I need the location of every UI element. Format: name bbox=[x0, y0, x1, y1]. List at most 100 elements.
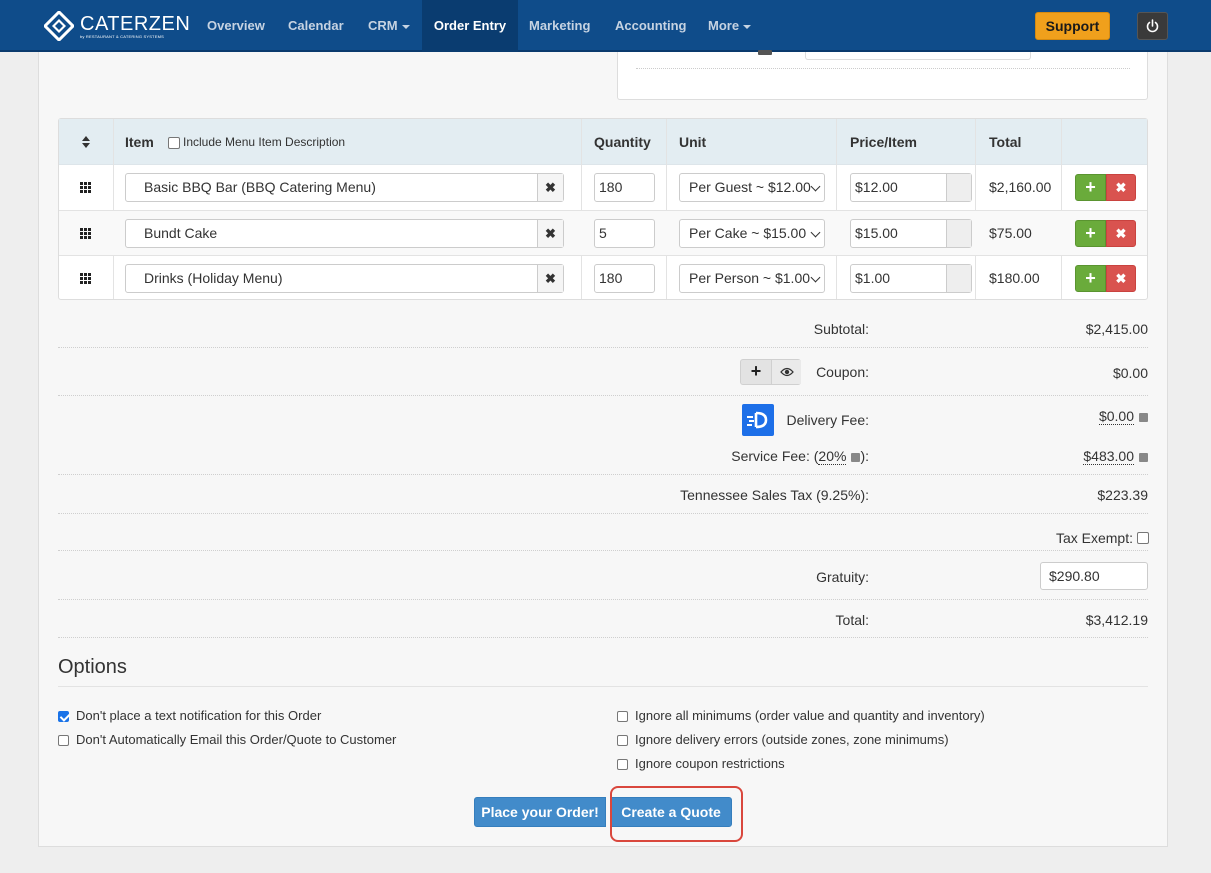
coupon-actions: + bbox=[740, 359, 801, 385]
delete-row-button[interactable]: ✖ bbox=[1106, 265, 1136, 292]
service-fee-value[interactable]: $483.00 bbox=[1083, 448, 1148, 465]
option-ignore-delivery-errors[interactable]: Ignore delivery errors (outside zones, z… bbox=[617, 732, 949, 748]
service-fee-percent[interactable]: 20% bbox=[818, 448, 847, 465]
logout-button[interactable] bbox=[1137, 12, 1168, 40]
nav-overview[interactable]: Overview bbox=[207, 0, 265, 52]
gratuity-input[interactable]: $290.80 bbox=[1040, 562, 1148, 590]
price-input[interactable]: $12.00 bbox=[850, 173, 972, 202]
drag-handle-icon[interactable] bbox=[80, 228, 92, 239]
option-label: Ignore coupon restrictions bbox=[635, 756, 785, 771]
support-button[interactable]: Support bbox=[1035, 12, 1110, 40]
brand-subtitle: by RESTAURANT & CATERING SYSTEMS bbox=[80, 33, 164, 39]
unit-value: Per Guest ~ $12.00 bbox=[689, 179, 811, 195]
edit-icon[interactable] bbox=[1139, 453, 1148, 462]
price-input[interactable]: $1.00 bbox=[850, 264, 972, 293]
price-value: $15.00 bbox=[855, 225, 898, 241]
summary-divider bbox=[58, 474, 1148, 475]
table-row: Drinks (Holiday Menu) ✖ 180 Per Person ~… bbox=[59, 256, 1147, 301]
checkbox[interactable] bbox=[58, 734, 69, 746]
sort-icon[interactable] bbox=[82, 136, 90, 148]
clear-item-icon[interactable]: ✖ bbox=[537, 174, 563, 201]
delivery-fee-value[interactable]: $0.00 bbox=[1098, 408, 1148, 425]
clear-item-icon[interactable]: ✖ bbox=[537, 265, 563, 292]
chevron-down-icon bbox=[810, 227, 821, 238]
item-name-input[interactable]: Drinks (Holiday Menu) ✖ bbox=[125, 264, 564, 293]
summary-divider bbox=[58, 599, 1148, 600]
nav-marketing[interactable]: Marketing bbox=[529, 0, 590, 52]
total-value: $3,412.19 bbox=[1085, 612, 1148, 628]
checkbox-checked[interactable] bbox=[58, 710, 69, 722]
quantity-input[interactable]: 180 bbox=[594, 173, 655, 202]
item-name-input[interactable]: Basic BBQ Bar (BBQ Catering Menu) ✖ bbox=[125, 173, 564, 202]
add-row-button[interactable]: + bbox=[1075, 220, 1106, 247]
quantity-input[interactable]: 180 bbox=[594, 264, 655, 293]
chevron-down-icon bbox=[810, 272, 821, 283]
unit-value: Per Cake ~ $15.00 bbox=[689, 225, 807, 241]
service-fee-label-pre: Service Fee: ( bbox=[731, 448, 819, 464]
place-order-button[interactable]: Place your Order! bbox=[474, 797, 606, 827]
quantity-input[interactable]: 5 bbox=[594, 219, 655, 248]
option-ignore-minimums[interactable]: Ignore all minimums (order value and qua… bbox=[617, 708, 985, 724]
unit-select[interactable]: Per Person ~ $1.00 bbox=[679, 264, 825, 293]
option-ignore-coupon-restrictions[interactable]: Ignore coupon restrictions bbox=[617, 756, 785, 772]
power-icon bbox=[1146, 19, 1159, 33]
header-total: Total bbox=[989, 134, 1022, 150]
item-name-value: Bundt Cake bbox=[144, 225, 218, 241]
summary-divider bbox=[58, 637, 1148, 638]
tax-exempt-label: Tax Exempt: bbox=[1055, 530, 1133, 546]
service-fee-label-post: ): bbox=[860, 448, 869, 464]
checkbox[interactable] bbox=[617, 758, 628, 770]
nav-more-label: More bbox=[708, 18, 740, 33]
unit-select[interactable]: Per Cake ~ $15.00 bbox=[679, 219, 825, 248]
include-description-checkbox[interactable]: Include Menu Item Description bbox=[168, 136, 345, 149]
add-coupon-button[interactable]: + bbox=[741, 360, 771, 384]
sales-tax-label: Tennessee Sales Tax (9.25%): bbox=[680, 487, 869, 503]
tax-exempt-checkbox[interactable] bbox=[1137, 532, 1149, 544]
drag-handle-icon[interactable] bbox=[80, 273, 92, 284]
unit-select[interactable]: Per Guest ~ $12.00 bbox=[679, 173, 825, 202]
top-navbar: CATERZEN by RESTAURANT & CATERING SYSTEM… bbox=[0, 0, 1211, 52]
drag-handle-icon[interactable] bbox=[80, 182, 92, 193]
price-value: $1.00 bbox=[855, 270, 891, 286]
price-input[interactable]: $15.00 bbox=[850, 219, 972, 248]
details-card-fragment bbox=[617, 50, 1148, 100]
price-addon bbox=[946, 174, 971, 201]
nav-more[interactable]: More bbox=[708, 0, 752, 52]
add-row-button[interactable]: + bbox=[1075, 265, 1106, 292]
checkbox-icon[interactable] bbox=[168, 136, 180, 149]
item-name-value: Basic BBQ Bar (BBQ Catering Menu) bbox=[144, 179, 376, 195]
coupon-value: $0.00 bbox=[1112, 365, 1148, 381]
option-no-auto-email[interactable]: Don't Automatically Email this Order/Quo… bbox=[58, 732, 396, 748]
item-name-input[interactable]: Bundt Cake ✖ bbox=[125, 219, 564, 248]
nav-calendar[interactable]: Calendar bbox=[288, 0, 344, 52]
delete-row-button[interactable]: ✖ bbox=[1106, 174, 1136, 201]
delete-row-button[interactable]: ✖ bbox=[1106, 220, 1136, 247]
options-title: Options bbox=[58, 656, 127, 678]
header-price: Price/Item bbox=[850, 134, 917, 150]
service-fee-amount[interactable]: $483.00 bbox=[1083, 448, 1134, 465]
checkbox[interactable] bbox=[617, 710, 628, 722]
subtotal-label: Subtotal: bbox=[813, 321, 869, 337]
view-coupon-button[interactable] bbox=[771, 360, 801, 384]
edit-icon[interactable] bbox=[1139, 413, 1148, 422]
nav-order-entry[interactable]: Order Entry bbox=[422, 0, 518, 52]
add-row-button[interactable]: + bbox=[1075, 174, 1106, 201]
tax-exempt-option[interactable]: Tax Exempt: bbox=[1056, 530, 1149, 546]
price-value: $12.00 bbox=[855, 179, 898, 195]
summary-divider bbox=[58, 550, 1148, 551]
nav-accounting[interactable]: Accounting bbox=[615, 0, 687, 52]
nav-crm[interactable]: CRM bbox=[368, 0, 410, 52]
clear-item-icon[interactable]: ✖ bbox=[537, 220, 563, 247]
delivery-service-logo-icon[interactable] bbox=[742, 404, 774, 436]
delivery-fee-amount[interactable]: $0.00 bbox=[1098, 408, 1134, 425]
header-item: Item bbox=[125, 134, 154, 150]
gratuity-label: Gratuity: bbox=[816, 569, 869, 585]
option-no-text-notification[interactable]: Don't place a text notification for this… bbox=[58, 708, 321, 724]
checkbox[interactable] bbox=[617, 734, 628, 746]
input-fragment[interactable] bbox=[805, 52, 1031, 60]
summary-divider bbox=[58, 395, 1148, 396]
doordash-drive-icon bbox=[747, 411, 768, 429]
caterzen-logo[interactable]: CATERZEN by RESTAURANT & CATERING SYSTEM… bbox=[44, 10, 190, 42]
row-total: $75.00 bbox=[989, 225, 1032, 241]
header-unit: Unit bbox=[679, 134, 707, 150]
